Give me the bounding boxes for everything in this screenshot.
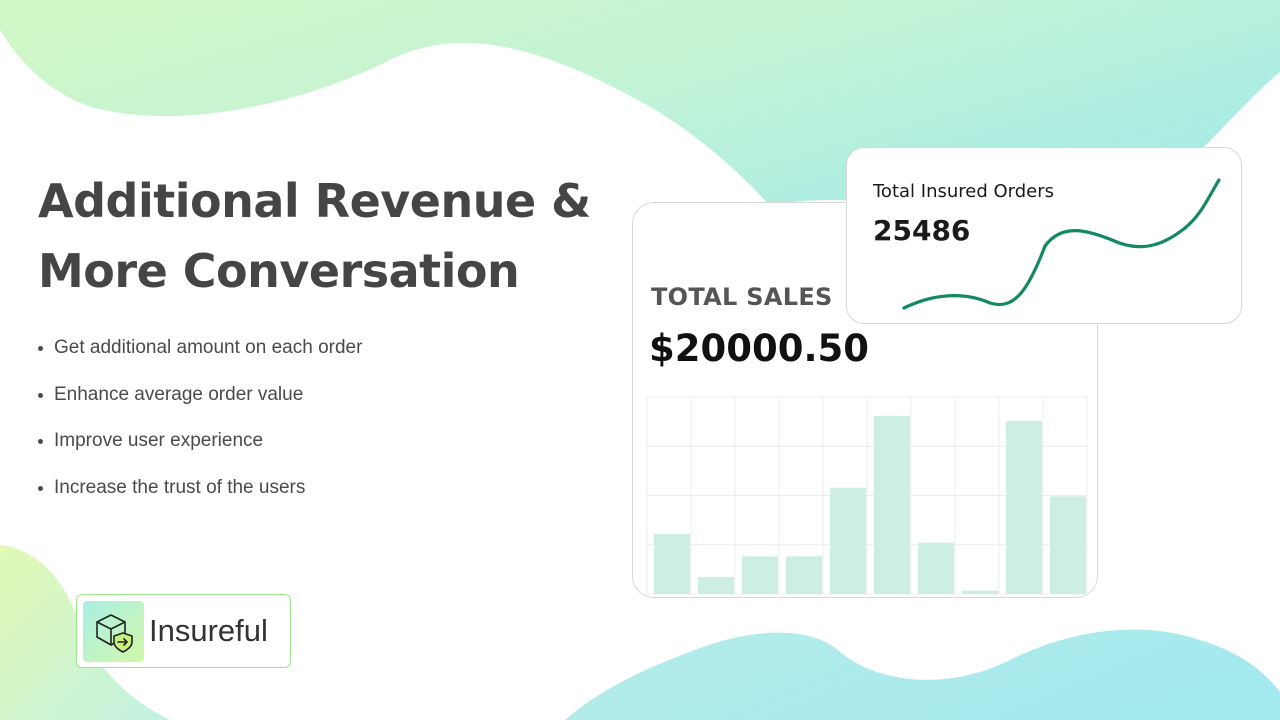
sales-bar: [697, 576, 735, 594]
sales-bar: [741, 556, 779, 594]
sales-bar: [785, 556, 823, 594]
feature-list: Get additional amount on each order Enha…: [38, 334, 362, 520]
total-sales-label: TOTAL SALES: [651, 283, 833, 311]
sales-bar: [1005, 420, 1043, 594]
sales-bar: [873, 415, 911, 594]
hero-title-line-1: Additional Revenue &: [38, 174, 591, 228]
hero-title: Additional Revenue & More Conversation: [38, 166, 598, 306]
insureful-logo: Insureful: [76, 594, 291, 668]
sales-bar: [829, 487, 867, 594]
box-shield-arrow-icon: [96, 614, 133, 653]
feature-list-item: Improve user experience: [38, 427, 362, 474]
total-sales-value: $20000.50: [649, 327, 870, 370]
feature-list-item: Get additional amount on each order: [38, 334, 362, 381]
sales-bar: [917, 542, 955, 594]
sales-bar: [1049, 496, 1087, 594]
feature-list-item: Increase the trust of the users: [38, 474, 362, 521]
sales-bar: [961, 590, 999, 594]
trend-line-path: [902, 178, 1221, 310]
logo-mark: [83, 601, 144, 662]
orders-trend-line: [902, 178, 1221, 310]
hero-title-line-2: More Conversation: [38, 244, 520, 298]
logo-text: Insureful: [149, 613, 268, 648]
sales-bar: [653, 534, 691, 594]
feature-list-item: Enhance average order value: [38, 381, 362, 428]
total-insured-orders-card: Total Insured Orders 25486: [846, 147, 1242, 324]
